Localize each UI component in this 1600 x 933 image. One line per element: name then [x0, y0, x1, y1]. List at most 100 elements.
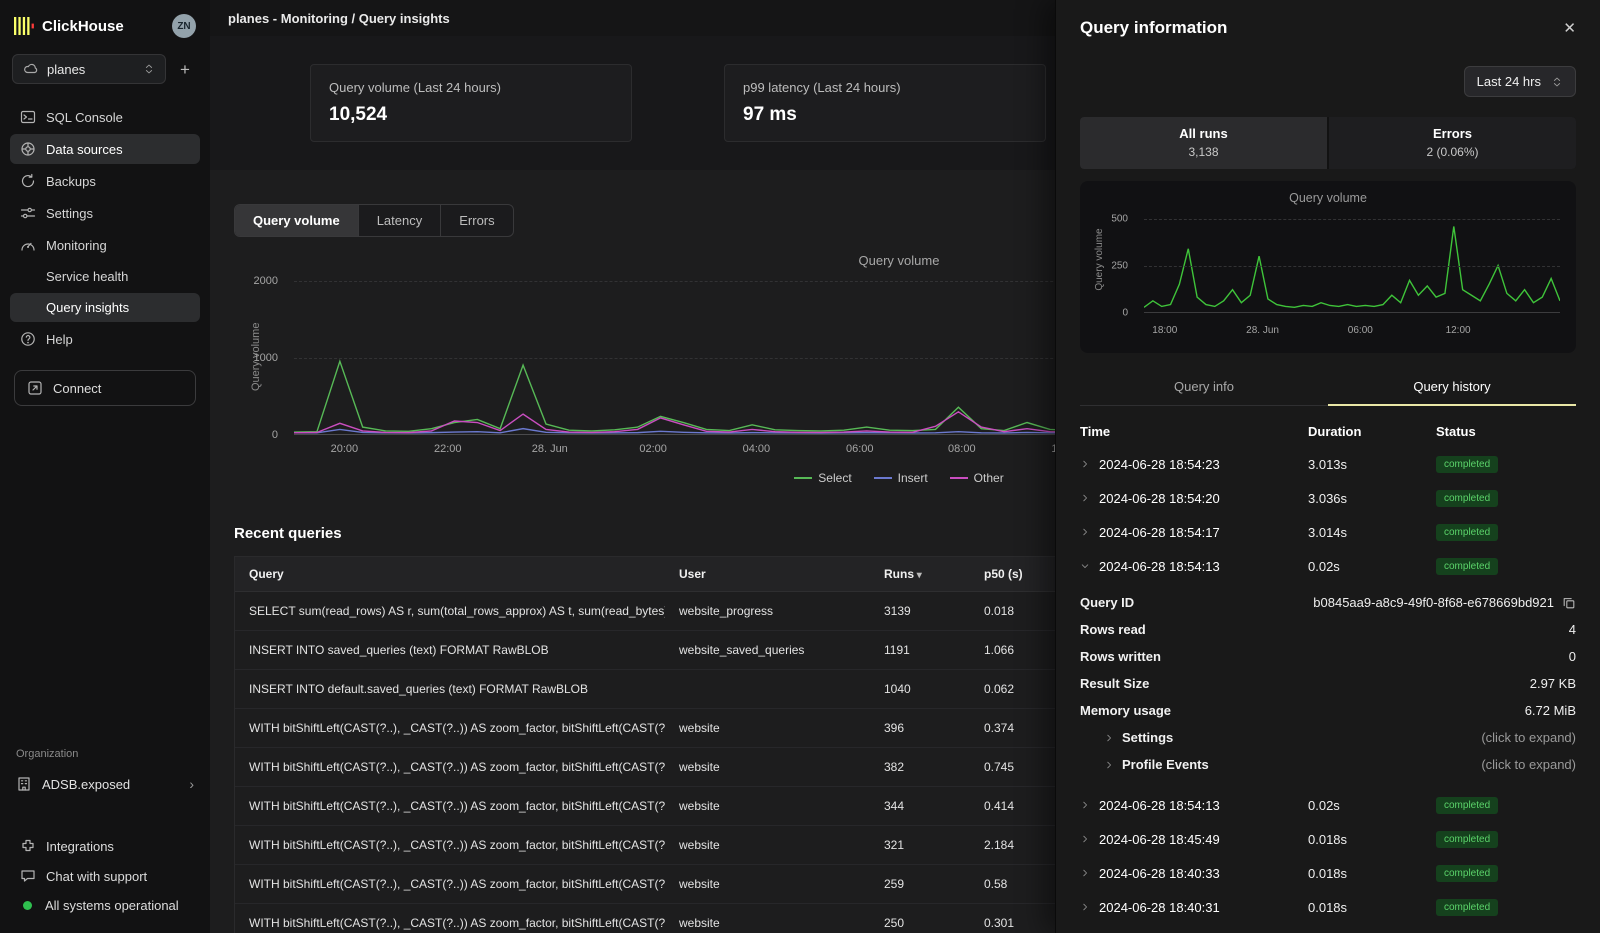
- sidebar-item-help[interactable]: Help: [10, 324, 200, 354]
- history-row[interactable]: 2024-06-28 18:40:330.018scompleted: [1080, 856, 1576, 890]
- legend-label: Insert: [898, 471, 928, 485]
- updown-caret-icon: [1551, 76, 1563, 88]
- sidebar-footer-chat-with-support[interactable]: Chat with support: [12, 862, 198, 890]
- panel-tab-query-history[interactable]: Query history: [1328, 369, 1576, 406]
- chevron-right-icon: [1104, 733, 1114, 743]
- chevron-right-icon[interactable]: [1080, 800, 1090, 810]
- history-row[interactable]: 2024-06-28 18:40:310.018scompleted: [1080, 890, 1576, 924]
- status-badge: completed: [1436, 899, 1498, 916]
- cell-runs: 382: [870, 748, 970, 786]
- sidebar-item-sql-console[interactable]: SQL Console: [10, 102, 200, 132]
- sidebar-item-label: Monitoring: [46, 238, 107, 253]
- history-column-duration: Duration: [1308, 424, 1436, 439]
- legend-item-select[interactable]: Select: [794, 471, 851, 485]
- detail-label: Query ID: [1080, 595, 1134, 610]
- legend-item-insert[interactable]: Insert: [874, 471, 928, 485]
- tab-query-volume[interactable]: Query volume: [235, 205, 359, 236]
- history-timestamp: 2024-06-28 18:40:33: [1099, 866, 1220, 881]
- panel-tab-query-info[interactable]: Query info: [1080, 369, 1328, 405]
- sidebar-item-service-health[interactable]: Service health: [10, 262, 200, 291]
- history-time: 2024-06-28 18:40:31: [1080, 900, 1308, 915]
- history-row[interactable]: 2024-06-28 18:54:203.036scompleted: [1080, 481, 1576, 515]
- legend-item-other[interactable]: Other: [950, 471, 1004, 485]
- history-time: 2024-06-28 18:54:17: [1080, 525, 1308, 540]
- cell-user: website: [665, 826, 870, 864]
- column-header-user[interactable]: User: [665, 557, 870, 591]
- service-selector[interactable]: planes: [12, 54, 166, 84]
- history-row[interactable]: 2024-06-28 18:54:233.013scompleted: [1080, 447, 1576, 481]
- expand-hint: (click to expand): [1481, 730, 1576, 745]
- close-icon[interactable]: ✕: [1563, 19, 1576, 37]
- add-service-button[interactable]: +: [172, 56, 198, 82]
- sidebar-item-query-insights[interactable]: Query insights: [10, 293, 200, 322]
- sidebar-item-backups[interactable]: Backups: [10, 166, 200, 196]
- sidebar-footer-all-systems-operational[interactable]: All systems operational: [12, 892, 198, 919]
- connect-button[interactable]: Connect: [14, 370, 196, 406]
- sidebar-item-label: Settings: [46, 206, 93, 221]
- chevron-right-icon[interactable]: [1080, 527, 1090, 537]
- x-tick-label: 06:00: [1348, 325, 1373, 336]
- chevron-right-icon[interactable]: [1080, 459, 1090, 469]
- cell-user: [665, 670, 870, 708]
- history-timestamp: 2024-06-28 18:54:20: [1099, 491, 1220, 506]
- copy-icon[interactable]: [1562, 596, 1576, 610]
- sidebar-item-label: Service health: [46, 269, 128, 284]
- stat-tab-errors[interactable]: Errors2 (0.06%): [1329, 117, 1576, 169]
- history-row[interactable]: 2024-06-28 18:54:173.014scompleted: [1080, 515, 1576, 549]
- sidebar-item-settings[interactable]: Settings: [10, 198, 200, 228]
- organization-item[interactable]: ADSB.exposed ›: [16, 770, 194, 798]
- detail-memory-usage: Memory usage6.72 MiB: [1080, 697, 1576, 724]
- expandable-settings[interactable]: Settings (click to expand): [1080, 724, 1576, 751]
- time-range-row: Last 24 hrs: [1080, 66, 1576, 97]
- history-time: 2024-06-28 18:54:13: [1080, 559, 1308, 574]
- column-header-query[interactable]: Query: [235, 557, 665, 591]
- status-badge: completed: [1436, 490, 1498, 507]
- integrations-icon: [20, 838, 36, 854]
- chevron-right-icon[interactable]: [1080, 868, 1090, 878]
- history-row[interactable]: 2024-06-28 18:54:130.02scompleted: [1080, 788, 1576, 822]
- sql-console-icon: [20, 109, 36, 125]
- history-duration: 0.018s: [1308, 866, 1436, 881]
- expandable-profile-events[interactable]: Profile Events(click to expand): [1080, 751, 1576, 778]
- sidebar-footer-integrations[interactable]: Integrations: [12, 832, 198, 860]
- detail-value-text: 4: [1569, 622, 1576, 637]
- time-range-selector[interactable]: Last 24 hrs: [1464, 66, 1576, 97]
- stat-tab-all-runs[interactable]: All runs3,138: [1080, 117, 1327, 169]
- clickhouse-logo-icon: [14, 17, 34, 35]
- chevron-down-icon[interactable]: [1080, 561, 1090, 571]
- service-row: planes +: [12, 54, 198, 84]
- status-badge: completed: [1436, 524, 1498, 541]
- history-row[interactable]: 2024-06-28 18:54:130.02scompleted: [1080, 549, 1576, 583]
- column-header-runs[interactable]: Runs ▾: [870, 557, 970, 591]
- history-duration: 0.018s: [1308, 832, 1436, 847]
- history-timestamp: 2024-06-28 18:54:13: [1099, 798, 1220, 813]
- expandable-label: Settings: [1104, 730, 1173, 745]
- panel-stat-tabs: All runs3,138Errors2 (0.06%): [1080, 117, 1576, 169]
- detail-value-text: 6.72 MiB: [1525, 703, 1576, 718]
- stat-card-value: 97 ms: [743, 104, 1027, 126]
- sidebar-nav: SQL Console Data sourcesBackups Settings Mo…: [8, 102, 202, 354]
- tab-errors[interactable]: Errors: [441, 205, 512, 236]
- avatar[interactable]: ZN: [172, 14, 196, 38]
- footer-item-label: Integrations: [46, 839, 114, 854]
- tab-latency[interactable]: Latency: [359, 205, 442, 236]
- history-row[interactable]: 2024-06-28 18:45:49 0.018scompleted: [1080, 822, 1576, 856]
- sidebar-item-data-sources[interactable]: Data sources: [10, 134, 200, 164]
- history-status: completed: [1436, 830, 1576, 848]
- chevron-right-icon[interactable]: [1080, 493, 1090, 503]
- chevron-right-icon[interactable]: [1080, 902, 1090, 912]
- sidebar: ClickHouse ZN planes + SQL ConsoleData s…: [0, 0, 210, 933]
- sidebar-item-monitoring[interactable]: Monitoring: [10, 230, 200, 260]
- history-time: 2024-06-28 18:54:23: [1080, 457, 1308, 472]
- history-timestamp: 2024-06-28 18:45:49: [1099, 832, 1220, 847]
- stat-tab-value: 2 (0.06%): [1329, 145, 1576, 159]
- history-time: 2024-06-28 18:45:49: [1080, 832, 1308, 847]
- x-tick-label: 12:00: [1446, 325, 1471, 336]
- connect-icon: [27, 380, 43, 396]
- detail-value-text: 2.97 KB: [1530, 676, 1576, 691]
- footer-item-label: All systems operational: [45, 898, 179, 913]
- history-status: completed: [1436, 455, 1576, 473]
- sidebar-item-label: SQL Console: [46, 110, 123, 125]
- chevron-right-icon[interactable]: [1080, 834, 1090, 844]
- history-time: 2024-06-28 18:54:13: [1080, 798, 1308, 813]
